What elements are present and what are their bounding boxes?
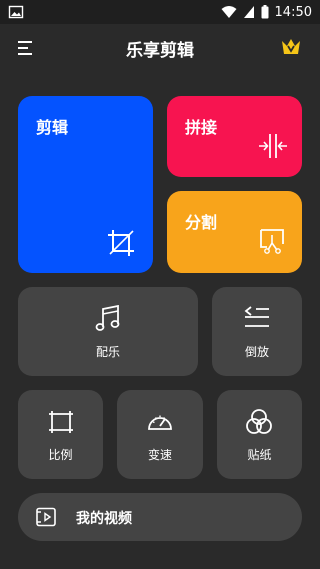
battery-icon — [261, 5, 269, 19]
split-card-label: 分割 — [185, 213, 218, 232]
music-label: 配乐 — [95, 345, 120, 359]
page-title: 乐享剪辑 — [126, 41, 194, 61]
edit-card-label: 剪辑 — [36, 118, 69, 137]
my-videos-button[interactable]: 我的视频 — [18, 493, 302, 541]
sticker-icon — [246, 409, 272, 434]
video-file-icon — [36, 507, 56, 527]
join-card[interactable]: 拼接 — [167, 96, 302, 177]
speed-label: 变速 — [147, 448, 172, 462]
join-card-label: 拼接 — [185, 118, 218, 137]
ratio-tile[interactable]: 比例 — [18, 390, 103, 479]
status-time: 14:50 — [274, 4, 312, 20]
app-header: 乐享剪辑 — [0, 24, 320, 72]
gallery-notification-icon — [8, 5, 24, 19]
music-tile[interactable]: 配乐 — [18, 287, 198, 376]
speedometer-icon — [148, 415, 172, 430]
sticker-label: 贴纸 — [247, 448, 272, 462]
cell-signal-icon — [243, 6, 254, 18]
status-bar: 14:50 — [0, 0, 320, 24]
merge-icon — [259, 134, 287, 158]
speed-tile[interactable]: 变速 — [117, 390, 203, 479]
cut-clip-icon — [260, 229, 284, 254]
split-card[interactable]: 分割 — [167, 191, 302, 273]
vip-crown-icon[interactable] — [280, 36, 302, 58]
ratio-label: 比例 — [48, 448, 73, 462]
wifi-icon — [221, 6, 237, 18]
sticker-tile[interactable]: 贴纸 — [217, 390, 302, 479]
reverse-tile[interactable]: 倒放 — [212, 287, 302, 376]
crop-icon — [108, 230, 134, 256]
reverse-label: 倒放 — [244, 345, 269, 359]
music-note-icon — [95, 305, 120, 331]
edit-card[interactable]: 剪辑 — [18, 96, 153, 273]
reverse-play-icon — [244, 306, 269, 327]
my-videos-label: 我的视频 — [76, 511, 132, 527]
aspect-ratio-icon — [49, 411, 73, 433]
